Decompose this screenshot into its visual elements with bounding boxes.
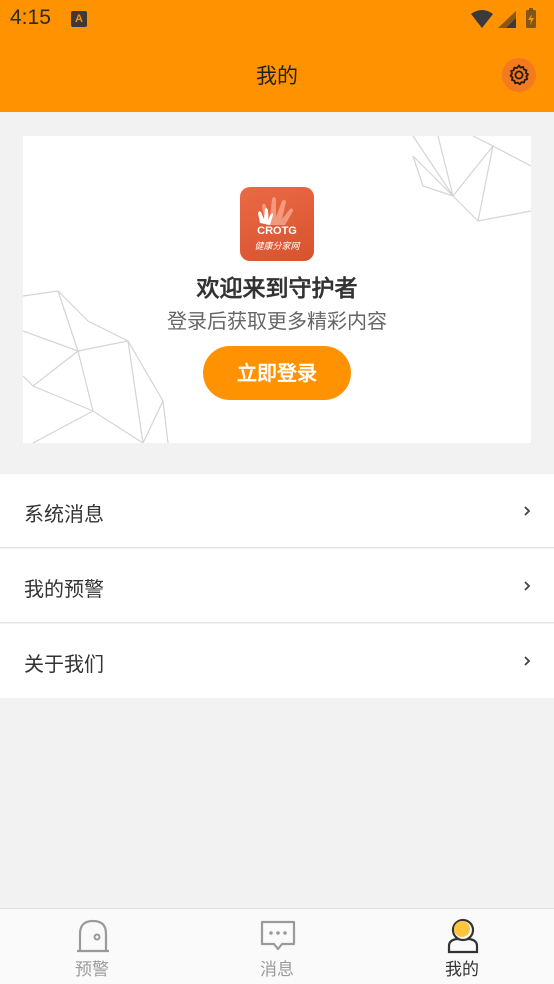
app-logo: CROTG 健康分家网 (240, 187, 314, 261)
welcome-heading: 欢迎来到守护者 (196, 276, 358, 302)
logo-subtext: 健康分家网 (254, 242, 300, 252)
notification-a-icon: A (71, 11, 87, 27)
menu-item-about-us[interactable]: 关于我们 (0, 624, 554, 698)
status-time: 4:15 (10, 6, 51, 29)
page-title: 我的 (256, 64, 298, 88)
status-bar: 4:15 A (0, 0, 554, 38)
menu-item-label: 系统消息 (24, 502, 104, 526)
wifi-icon (471, 10, 493, 28)
login-button[interactable]: 立即登录 (203, 346, 351, 400)
chevron-right-icon (524, 506, 531, 516)
tab-alerts[interactable]: 预警 (0, 909, 184, 984)
chevron-right-icon (524, 581, 531, 591)
settings-menu: 系统消息 我的预警 关于我们 (0, 474, 554, 698)
settings-button[interactable] (502, 58, 536, 92)
bottom-tab-bar: 预警 消息 我的 (0, 908, 554, 984)
menu-item-system-messages[interactable]: 系统消息 (0, 474, 554, 548)
tab-messages[interactable]: 消息 (185, 909, 369, 984)
chevron-right-icon (524, 656, 531, 666)
alarm-icon (77, 919, 109, 953)
message-icon (260, 920, 296, 951)
title-bar: 我的 (0, 38, 554, 112)
tab-label: 我的 (445, 960, 479, 980)
menu-item-label: 我的预警 (24, 577, 104, 601)
menu-item-label: 关于我们 (24, 652, 104, 676)
tab-label: 预警 (75, 960, 109, 980)
tab-label: 消息 (260, 960, 294, 980)
welcome-subtitle: 登录后获取更多精彩内容 (167, 309, 387, 333)
menu-item-my-alerts[interactable]: 我的预警 (0, 549, 554, 623)
gear-icon (509, 64, 529, 86)
system-status-icons (471, 8, 536, 28)
tab-profile[interactable]: 我的 (370, 909, 554, 984)
logo-text: CROTG (257, 225, 297, 237)
welcome-card: CROTG 健康分家网 欢迎来到守护者 登录后获取更多精彩内容 立即登录 (23, 136, 531, 443)
profile-icon (447, 918, 479, 954)
